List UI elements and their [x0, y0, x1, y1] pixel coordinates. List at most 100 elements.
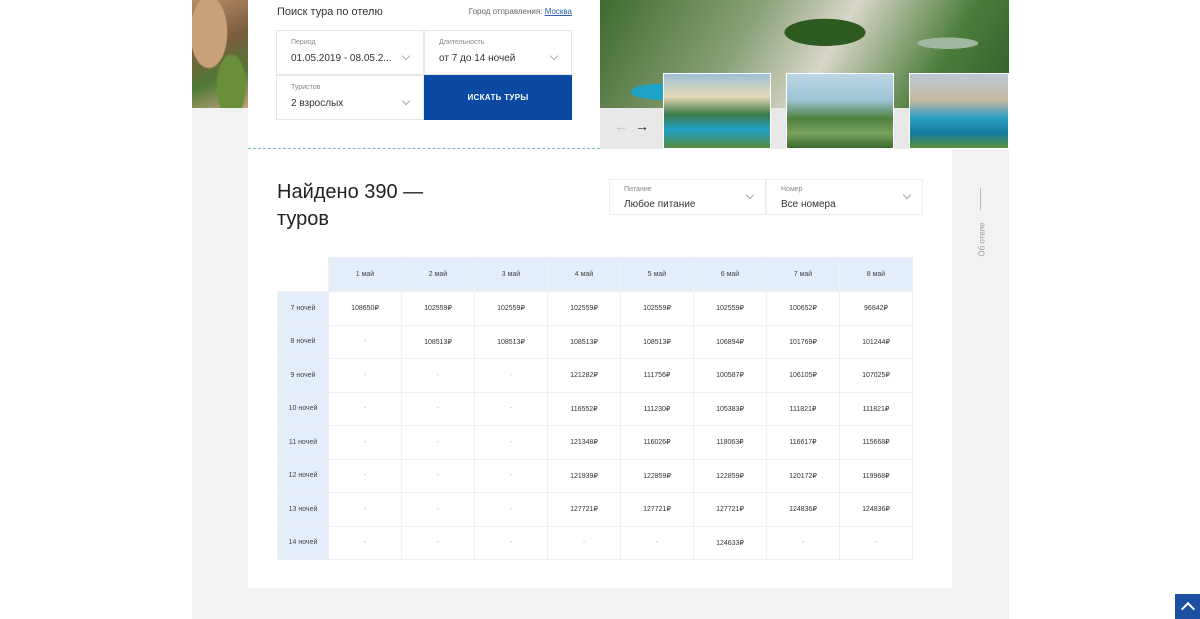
- arrow-left-icon[interactable]: ←: [614, 118, 628, 134]
- price-cell-empty: -: [474, 492, 548, 527]
- price-cell[interactable]: 101769₽: [766, 324, 840, 359]
- price-cell[interactable]: 102559₽: [474, 291, 548, 326]
- price-cell-empty: -: [620, 525, 694, 560]
- price-cell[interactable]: 108513₽: [547, 324, 621, 359]
- date-column-header: 2 май: [401, 257, 475, 292]
- room-filter-value: Все номера: [781, 199, 836, 210]
- price-cell[interactable]: 118063₽: [693, 425, 767, 460]
- scroll-to-top-button[interactable]: [1175, 594, 1200, 619]
- gallery-thumbnail[interactable]: [909, 73, 1009, 149]
- price-cell[interactable]: 102559₽: [401, 291, 475, 326]
- about-hotel-link[interactable]: Об отеле: [978, 220, 987, 260]
- price-cell[interactable]: 107025₽: [839, 358, 913, 393]
- nights-row-header: 10 ночей: [277, 391, 329, 426]
- price-cell[interactable]: 116552₽: [547, 391, 621, 426]
- chevron-down-icon: [745, 190, 755, 200]
- price-cell-empty: -: [328, 324, 402, 359]
- price-cell[interactable]: 119968₽: [839, 458, 913, 493]
- price-cell-empty: -: [474, 391, 548, 426]
- price-cell[interactable]: 108513₽: [474, 324, 548, 359]
- room-filter-select[interactable]: Номер Все номера: [766, 179, 923, 215]
- tourists-select[interactable]: Туристов 2 взрослых: [276, 75, 424, 120]
- price-cell[interactable]: 111821₽: [766, 391, 840, 426]
- nights-row-header: 14 ночей: [277, 525, 329, 560]
- search-tours-button[interactable]: ИСКАТЬ ТУРЫ: [424, 75, 572, 120]
- side-nav-line: [980, 188, 981, 210]
- price-cell[interactable]: 122859₽: [620, 458, 694, 493]
- price-cell[interactable]: 121939₽: [547, 458, 621, 493]
- price-cell[interactable]: 120172₽: [766, 458, 840, 493]
- price-cell[interactable]: 127721₽: [547, 492, 621, 527]
- price-cell[interactable]: 101244₽: [839, 324, 913, 359]
- nights-row-header: 12 ночей: [277, 458, 329, 493]
- gallery-thumbnail[interactable]: [786, 73, 894, 149]
- price-cell[interactable]: 121348₽: [547, 425, 621, 460]
- price-cell[interactable]: 127721₽: [620, 492, 694, 527]
- price-cell[interactable]: 124633₽: [693, 525, 767, 560]
- price-cell-empty: -: [328, 458, 402, 493]
- price-cell-empty: -: [401, 425, 475, 460]
- departure-label: Город отправления:: [468, 7, 543, 16]
- price-cell-empty: -: [474, 458, 548, 493]
- price-cell[interactable]: 102559₽: [547, 291, 621, 326]
- price-cell[interactable]: 115668₽: [839, 425, 913, 460]
- price-cell-empty: -: [401, 492, 475, 527]
- price-cell[interactable]: 108650₽: [328, 291, 402, 326]
- price-calendar-table: 1 май 2 май 3 май 4 май 5 май 6 май 7 ма…: [277, 257, 913, 560]
- price-cell[interactable]: 111756₽: [620, 358, 694, 393]
- price-cell-empty: -: [839, 525, 913, 560]
- price-cell[interactable]: 106105₽: [766, 358, 840, 393]
- results-section: Найдено 390 — туров Питание Любое питани…: [248, 149, 952, 588]
- meal-filter-value: Любое питание: [624, 199, 696, 210]
- price-cell[interactable]: 116026₽: [620, 425, 694, 460]
- hotel-gallery: ← →: [600, 0, 1009, 149]
- price-cell-empty: -: [328, 425, 402, 460]
- arrow-right-icon[interactable]: →: [635, 118, 649, 134]
- price-cell[interactable]: 127721₽: [693, 492, 767, 527]
- price-cell[interactable]: 100587₽: [693, 358, 767, 393]
- table-row: 12 ночей - - -121939₽ 122859₽ 122859₽ 120172₽ 1…: [277, 458, 913, 493]
- departure-city-link[interactable]: Москва: [545, 7, 572, 16]
- chevron-down-icon: [401, 51, 411, 61]
- price-cell-empty: -: [474, 525, 548, 560]
- price-cell[interactable]: 111230₽: [620, 391, 694, 426]
- date-column-header: 7 май: [766, 257, 840, 292]
- price-cell-empty: -: [474, 425, 548, 460]
- meal-filter-select[interactable]: Питание Любое питание: [609, 179, 766, 215]
- price-cell-empty: -: [547, 525, 621, 560]
- price-cell-empty: -: [328, 492, 402, 527]
- tourists-value: 2 взрослых: [291, 98, 344, 109]
- results-count-title: Найдено 390 — туров: [277, 181, 424, 230]
- table-row: 8 ночей -108513₽ 108513₽ 108513₽ 108513₽ 1068…: [277, 324, 913, 359]
- price-cell[interactable]: 96842₽: [839, 291, 913, 326]
- price-cell[interactable]: 111821₽: [839, 391, 913, 426]
- price-cell-empty: -: [328, 525, 402, 560]
- price-cell[interactable]: 102559₽: [693, 291, 767, 326]
- price-cell[interactable]: 124836₽: [839, 492, 913, 527]
- price-cell[interactable]: 124836₽: [766, 492, 840, 527]
- gallery-thumbnail[interactable]: [663, 73, 771, 149]
- period-select[interactable]: Период 01.05.2019 - 08.05.2...: [276, 30, 424, 75]
- price-cell-empty: -: [401, 391, 475, 426]
- nights-row-header: 7 ночей: [277, 291, 329, 326]
- price-cell[interactable]: 122859₽: [693, 458, 767, 493]
- nights-row-header: 8 ночей: [277, 324, 329, 359]
- price-cell[interactable]: 106894₽: [693, 324, 767, 359]
- price-cell[interactable]: 116617₽: [766, 425, 840, 460]
- price-cell[interactable]: 100652₽: [766, 291, 840, 326]
- tourists-label: Туристов: [291, 84, 321, 91]
- duration-value: от 7 до 14 ночей: [439, 53, 516, 64]
- table-row: 7 ночей 108650₽ 102559₽ 102559₽ 102559₽ 10255…: [277, 291, 913, 326]
- duration-label: Длительность: [439, 39, 485, 46]
- price-cell[interactable]: 105383₽: [693, 391, 767, 426]
- price-cell[interactable]: 108513₽: [620, 324, 694, 359]
- price-cell[interactable]: 108513₽: [401, 324, 475, 359]
- chevron-down-icon: [902, 190, 912, 200]
- price-cell-empty: -: [401, 458, 475, 493]
- hotel-photo-partial: [192, 0, 248, 108]
- price-cell[interactable]: 102559₽: [620, 291, 694, 326]
- price-cell-empty: -: [766, 525, 840, 560]
- duration-select[interactable]: Длительность от 7 до 14 ночей: [424, 30, 572, 75]
- table-row: 9 ночей - - -121282₽ 111756₽ 100587₽ 106105₽ 10…: [277, 358, 913, 393]
- price-cell[interactable]: 121282₽: [547, 358, 621, 393]
